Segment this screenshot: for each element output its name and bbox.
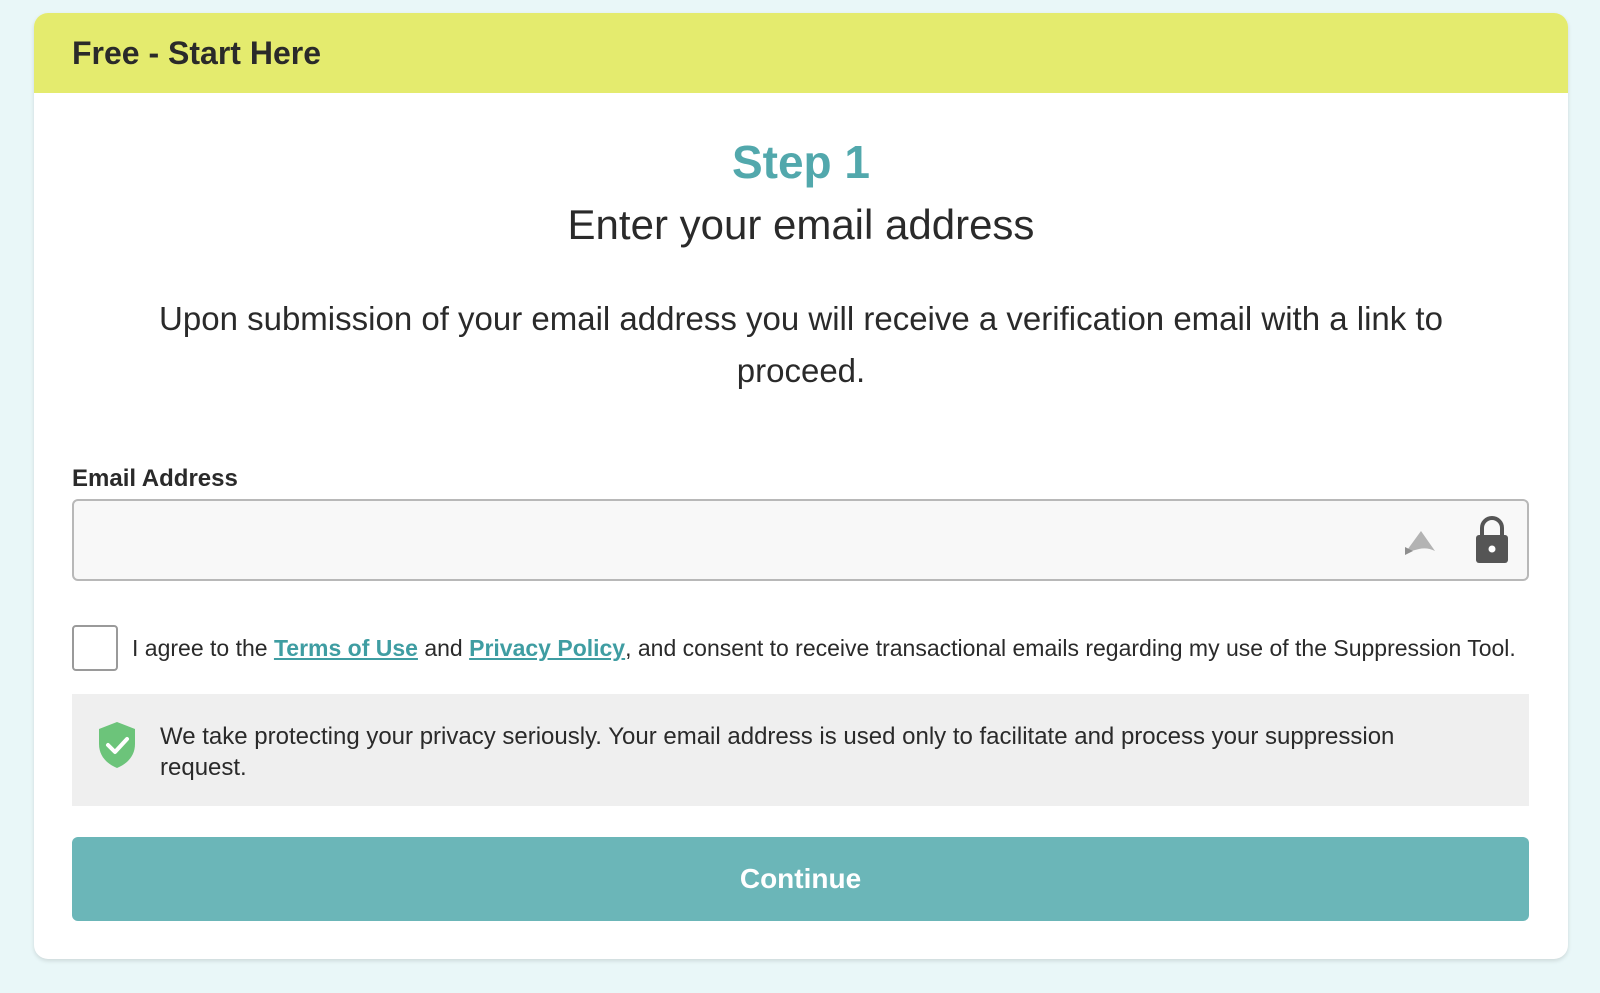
email-field-container [72, 499, 1529, 581]
privacy-notice: We take protecting your privacy seriousl… [72, 694, 1529, 806]
autofill-icon[interactable] [1401, 525, 1439, 557]
consent-text: I agree to the Terms of Use and Privacy … [132, 635, 1516, 662]
consent-prefix: I agree to the [132, 635, 274, 661]
consent-row: I agree to the Terms of Use and Privacy … [72, 625, 1532, 671]
lock-icon[interactable] [1473, 515, 1511, 565]
email-label: Email Address [72, 465, 238, 492]
consent-checkbox[interactable] [72, 625, 118, 671]
consent-suffix: , and consent to receive transactional e… [625, 635, 1516, 661]
consent-and: and [417, 635, 470, 661]
privacy-notice-text: We take protecting your privacy seriousl… [160, 723, 1395, 781]
step-description: Upon submission of your email address yo… [159, 300, 1443, 389]
terms-of-use-link[interactable]: Terms of Use [274, 635, 418, 661]
privacy-policy-link[interactable]: Privacy Policy [469, 635, 625, 661]
signup-card: Free - Start Here Step 1 Enter your emai… [34, 13, 1568, 959]
step-title: Step 1 [731, 136, 871, 188]
continue-button[interactable]: Continue [72, 837, 1529, 921]
shield-check-icon [99, 722, 135, 768]
email-input[interactable] [74, 501, 1527, 579]
step-subtitle: Enter your email address [567, 201, 1035, 248]
card-header-title: Free - Start Here [72, 34, 321, 71]
card-header: Free - Start Here [34, 13, 1568, 93]
